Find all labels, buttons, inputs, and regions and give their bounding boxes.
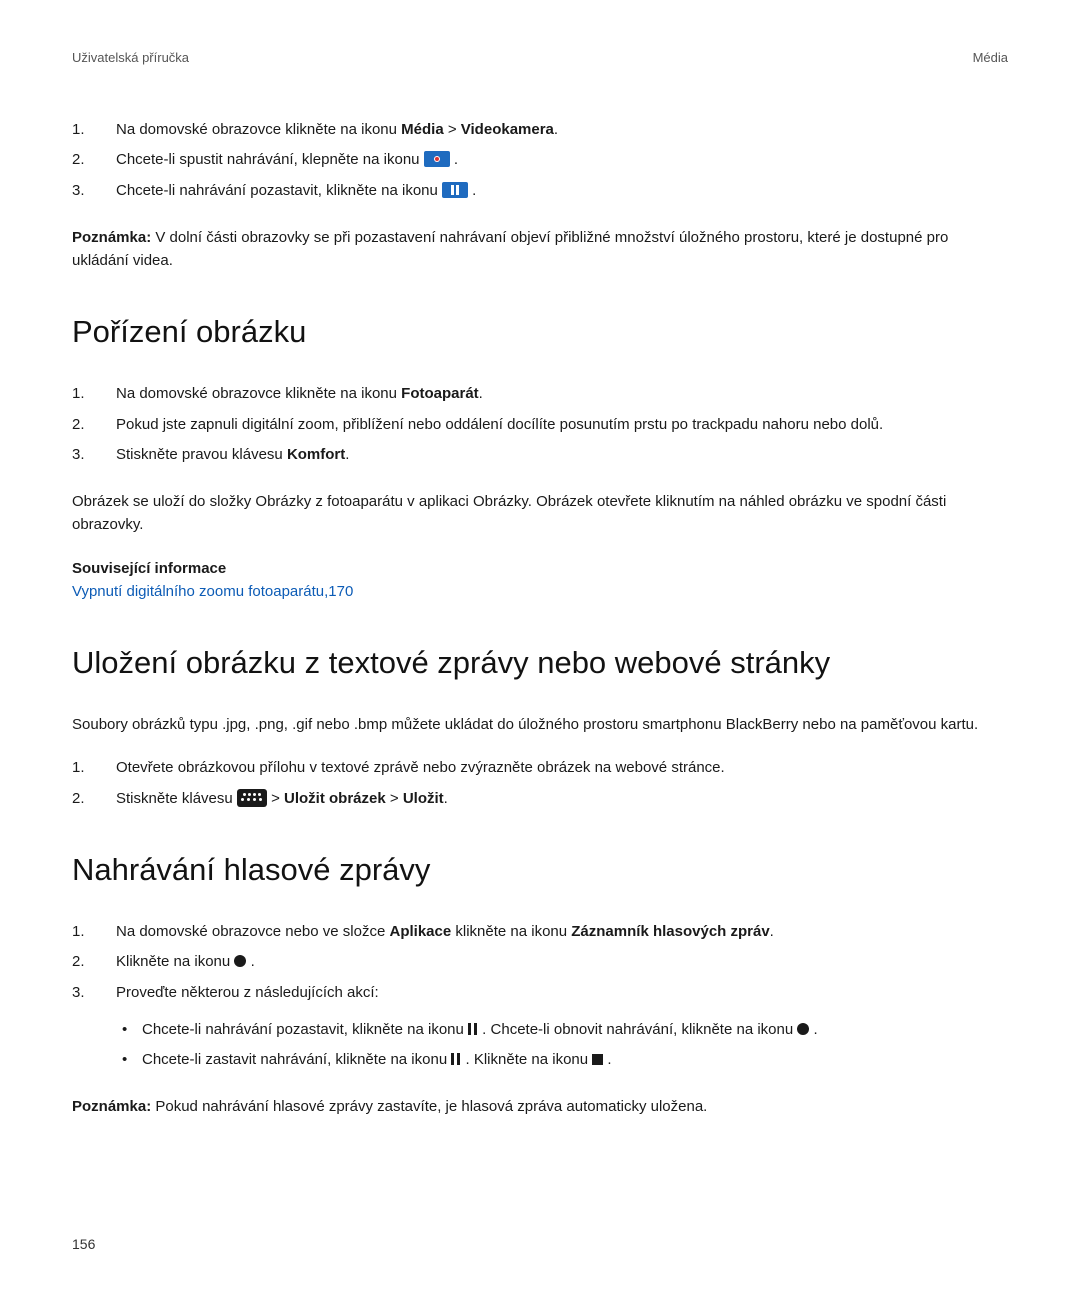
note-text: Pokud nahrávání hlasové zprávy zastavíte… (151, 1098, 707, 1115)
text: Chcete-li nahrávání pozastavit, klikněte… (142, 1021, 468, 1038)
text: . (554, 121, 558, 138)
text: Klikněte na ikonu (116, 953, 234, 970)
list-item: Otevřete obrázkovou přílohu v textové zp… (72, 756, 1008, 779)
page-header: Uživatelská příručka Média (72, 48, 1008, 68)
text-bold: Uložit (403, 790, 444, 807)
heading-ulozeni-obrazku: Uložení obrázku z textové zprávy nebo we… (72, 639, 1008, 687)
text: . (345, 446, 349, 463)
text-bold: Aplikace (389, 923, 451, 940)
text: Stiskněte pravou klávesu (116, 446, 287, 463)
note: Poznámka: Pokud nahrávání hlasové zprávy… (72, 1095, 1008, 1118)
text-bold: Média (401, 121, 444, 138)
list-item: Stiskněte klávesu > Uložit obrázek > Ulo… (72, 787, 1008, 810)
text: . (479, 385, 483, 402)
record-circle-icon (797, 1023, 809, 1035)
text: Chcete-li zastavit nahrávání, klikněte n… (142, 1051, 451, 1068)
paragraph: Soubory obrázků typu .jpg, .png, .gif ne… (72, 713, 1008, 736)
list-item: Chcete-li zastavit nahrávání, klikněte n… (116, 1048, 1008, 1071)
text-bold: Komfort (287, 446, 345, 463)
text-bold: Záznamník hlasových zpráv (571, 923, 769, 940)
text: . (468, 182, 476, 199)
ordered-list-camera: Na domovské obrazovce klikněte na ikonu … (72, 382, 1008, 466)
text: Otevřete obrázkovou přílohu v textové zp… (116, 759, 725, 776)
text: . Chcete-li obnovit nahrávání, klikněte … (478, 1021, 797, 1038)
sub-list: Chcete-li nahrávání pozastavit, klikněte… (116, 1018, 1008, 1072)
header-left: Uživatelská příručka (72, 48, 189, 68)
link-page: 170 (328, 583, 353, 600)
text: Chcete-li spustit nahrávání, klepněte na… (116, 151, 424, 168)
list-item: Na domovské obrazovce klikněte na ikonu … (72, 118, 1008, 141)
record-icon (424, 151, 450, 167)
text: . Klikněte na ikonu (461, 1051, 592, 1068)
text: > (267, 790, 284, 807)
text-bold: Uložit obrázek (284, 790, 386, 807)
ordered-list-save-image: Otevřete obrázkovou přílohu v textové zp… (72, 756, 1008, 810)
list-item: Chcete-li nahrávání pozastavit, klikněte… (116, 1018, 1008, 1041)
text: > (444, 121, 461, 138)
stop-icon (592, 1054, 603, 1065)
text: Stiskněte klávesu (116, 790, 237, 807)
page-number: 156 (72, 1234, 95, 1256)
ordered-list-voice: Na domovské obrazovce nebo ve složce Apl… (72, 920, 1008, 1071)
text: . (444, 790, 448, 807)
ordered-list-video: Na domovské obrazovce klikněte na ikonu … (72, 118, 1008, 202)
text: . (770, 923, 774, 940)
text: . (246, 953, 254, 970)
heading-nahravani-hlas: Nahrávání hlasové zprávy (72, 846, 1008, 894)
text: Na domovské obrazovce klikněte na ikonu (116, 121, 401, 138)
text: > (386, 790, 403, 807)
text: . (809, 1021, 817, 1038)
pause-icon (468, 1023, 478, 1035)
text: Chcete-li nahrávání pozastavit, klikněte… (116, 182, 442, 199)
note-label: Poznámka: (72, 1098, 151, 1115)
link-text: Vypnutí digitálního zoomu fotoaparátu, (72, 583, 328, 600)
text: Proveďte některou z následujících akcí: (116, 984, 379, 1001)
list-item: Na domovské obrazovce nebo ve složce Apl… (72, 920, 1008, 943)
list-item: Chcete-li nahrávání pozastavit, klikněte… (72, 179, 1008, 202)
text-bold: Fotoaparát (401, 385, 479, 402)
list-item: Proveďte některou z následujících akcí: … (72, 981, 1008, 1072)
note-text: V dolní části obrazovky se při pozastave… (72, 229, 948, 269)
text: klikněte na ikonu (451, 923, 571, 940)
note-label: Poznámka: (72, 229, 151, 246)
note: Poznámka: V dolní části obrazovky se při… (72, 226, 1008, 273)
list-item: Chcete-li spustit nahrávání, klepněte na… (72, 148, 1008, 171)
text-bold: Videokamera (461, 121, 554, 138)
list-item: Pokud jste zapnuli digitální zoom, přibl… (72, 413, 1008, 436)
record-circle-icon (234, 955, 246, 967)
list-item: Stiskněte pravou klávesu Komfort. (72, 443, 1008, 466)
paragraph: Obrázek se uloží do složky Obrázky z fot… (72, 490, 1008, 537)
list-item: Klikněte na ikonu . (72, 950, 1008, 973)
header-right: Média (973, 48, 1008, 68)
text: . (450, 151, 458, 168)
pause-icon (442, 182, 468, 198)
heading-porizeni-obrazku: Pořízení obrázku (72, 308, 1008, 356)
text: Na domovské obrazovce klikněte na ikonu (116, 385, 401, 402)
text: . (603, 1051, 611, 1068)
related-info-header: Související informace (72, 557, 1008, 580)
blackberry-key-icon (237, 789, 267, 807)
pause-icon (451, 1053, 461, 1065)
text: Na domovské obrazovce nebo ve složce (116, 923, 389, 940)
list-item: Na domovské obrazovce klikněte na ikonu … (72, 382, 1008, 405)
related-link[interactable]: Vypnutí digitálního zoomu fotoaparátu,17… (72, 580, 1008, 603)
text: Pokud jste zapnuli digitální zoom, přibl… (116, 416, 883, 433)
